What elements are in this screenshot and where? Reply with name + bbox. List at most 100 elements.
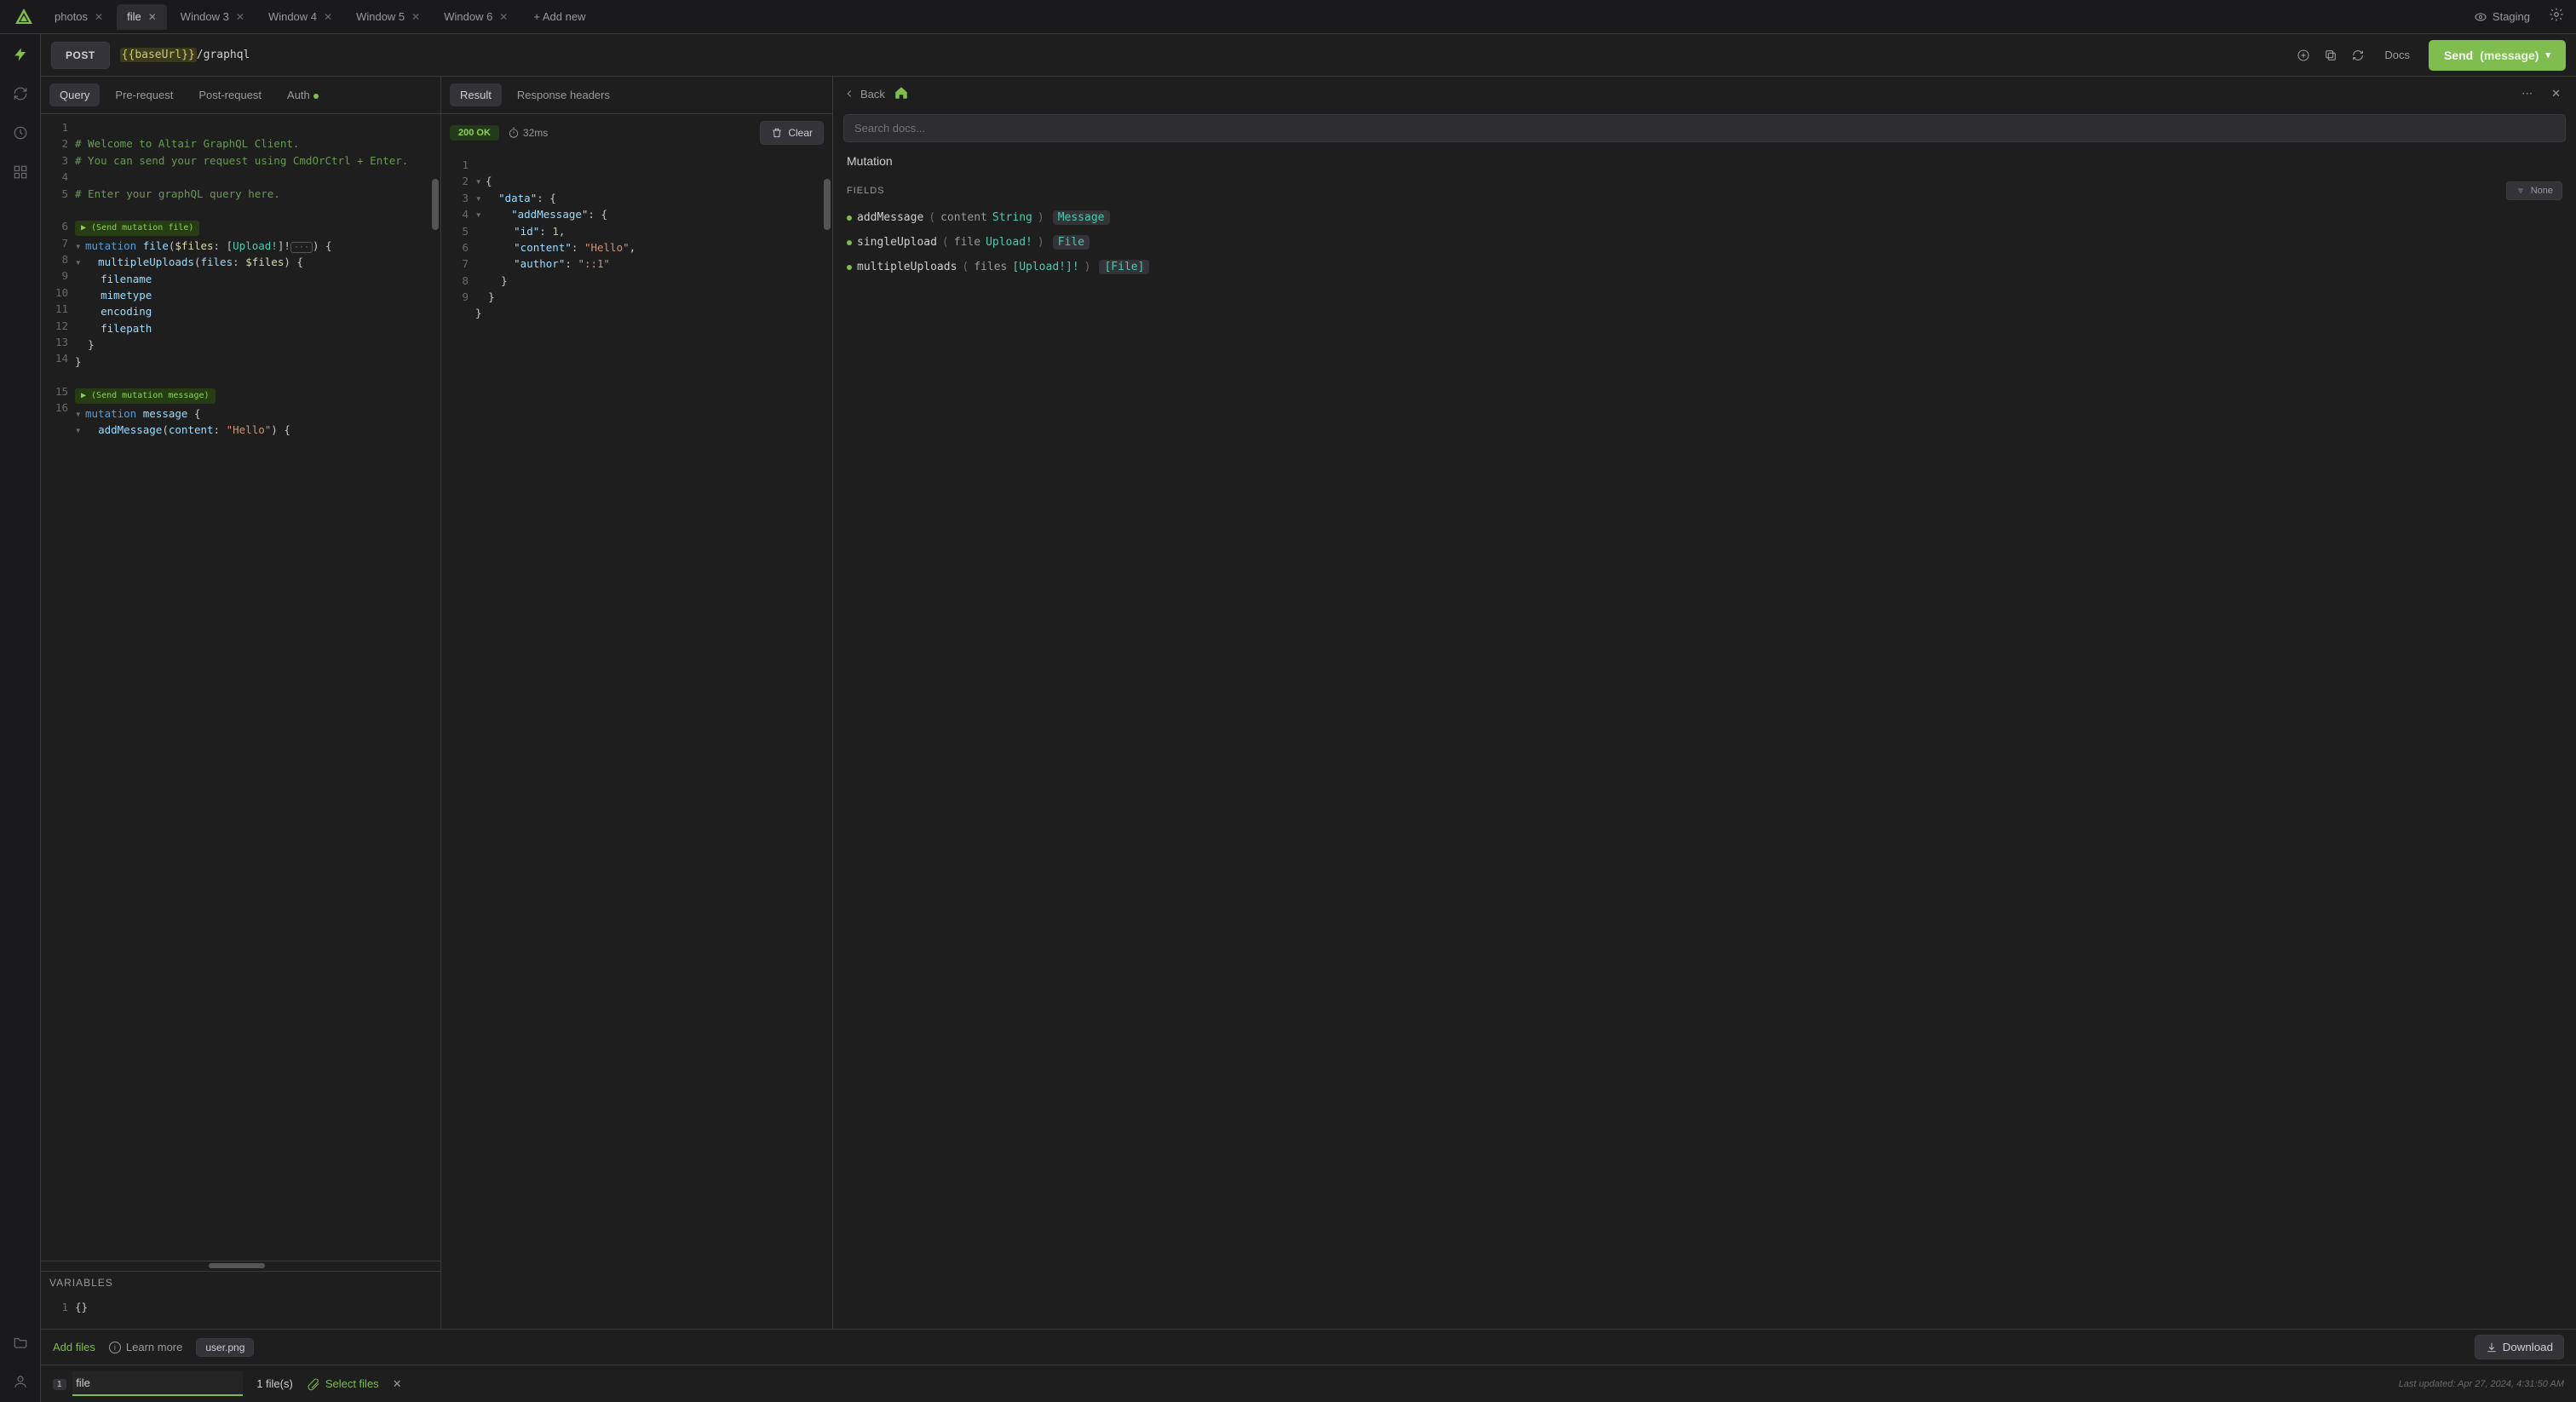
reload-icon[interactable] (7, 80, 34, 107)
tab-file[interactable]: file ✕ (117, 4, 167, 30)
sort-button[interactable]: None (2506, 181, 2562, 200)
learn-more-link[interactable]: i Learn more (109, 1341, 182, 1353)
code-body: # Welcome to Altair GraphQL Client. # Yo… (75, 114, 440, 1261)
variable-name-field: 1 (53, 1371, 243, 1396)
send-button[interactable]: Send (message) ▾ (2429, 40, 2566, 71)
settings-button[interactable] (2544, 2, 2569, 32)
index-badge: 1 (53, 1379, 66, 1390)
url-input[interactable]: {{baseUrl}}/graphql (120, 49, 2286, 61)
remove-variable-button[interactable]: ✕ (393, 1377, 402, 1391)
stopwatch-icon (508, 127, 520, 139)
field-addmessage[interactable]: addMessage ( content String ) Message (833, 205, 2576, 230)
field-singleupload[interactable]: singleUpload ( file Upload! ) File (833, 230, 2576, 255)
tab-window-6[interactable]: Window 6 ✕ (434, 4, 518, 30)
modified-dot-icon (313, 94, 319, 99)
close-icon[interactable]: ✕ (95, 11, 103, 23)
url-actions (2296, 48, 2366, 63)
query-subtabs: Query Pre-request Post-request Auth (41, 77, 440, 114)
query-editor[interactable]: 12345 67891011121314 1516 # Welcome to A… (41, 114, 440, 1261)
variables-header[interactable]: VARIABLES (41, 1271, 440, 1294)
app-logo (14, 7, 34, 27)
clear-button[interactable]: Clear (760, 121, 824, 145)
paperclip-icon (307, 1377, 320, 1391)
horizontal-scrollbar[interactable] (41, 1261, 440, 1271)
extensions-icon[interactable] (7, 158, 34, 186)
result-status-bar: 200 OK 32ms Clear (441, 114, 832, 152)
run-operation-badge[interactable]: ▶ (Send mutation message) (75, 388, 216, 404)
http-method-button[interactable]: POST (51, 42, 110, 69)
url-path: /graphql (197, 49, 250, 61)
account-icon[interactable] (7, 1368, 34, 1395)
close-icon[interactable]: ✕ (499, 11, 508, 23)
sort-icon (2516, 186, 2526, 196)
line-gutter: 123456789 (441, 152, 475, 1329)
collections-icon[interactable] (7, 1329, 34, 1356)
run-operation-badge[interactable]: ▶ (Send mutation file) (75, 221, 199, 236)
result-viewer[interactable]: 123456789 ▾{ ▾ "data": { ▾ "addMessage":… (441, 152, 832, 1329)
vertical-scrollbar[interactable] (824, 179, 831, 230)
status-badge: 200 OK (450, 125, 499, 141)
tab-label: Window 3 (181, 10, 229, 23)
code-body: ▾{ ▾ "data": { ▾ "addMessage": { "id": 1… (475, 152, 832, 1329)
docs-header: Back ⋯ ✕ (833, 77, 2576, 111)
bullet-icon (847, 215, 852, 221)
url-bar: POST {{baseUrl}}/graphql Docs Send (mess… (41, 34, 2576, 77)
vertical-scrollbar[interactable] (432, 179, 439, 230)
environment-selector[interactable]: Staging (2474, 10, 2530, 24)
tab-query[interactable]: Query (49, 83, 100, 106)
tab-result[interactable]: Result (450, 83, 502, 106)
tab-pre-request[interactable]: Pre-request (105, 83, 183, 106)
add-tab-button[interactable]: + Add new (521, 10, 597, 23)
home-icon (894, 85, 909, 101)
download-button[interactable]: Download (2475, 1335, 2564, 1359)
close-icon[interactable]: ✕ (411, 11, 420, 23)
arrow-left-icon (843, 88, 855, 100)
trash-icon (771, 127, 783, 139)
close-docs-button[interactable]: ✕ (2546, 83, 2566, 104)
uploaded-file-chip[interactable]: user.png (196, 1338, 254, 1357)
activity-bar (0, 34, 41, 1402)
variables-editor[interactable]: 1 {} (41, 1294, 440, 1329)
tab-post-request[interactable]: Post-request (188, 83, 272, 106)
add-icon[interactable] (2296, 48, 2311, 63)
subscription-icon[interactable] (7, 41, 34, 68)
docs-link[interactable]: Docs (2376, 49, 2418, 61)
field-multipleuploads[interactable]: multipleUploads ( files [Upload!]! ) [Fi… (833, 255, 2576, 279)
variable-name-input[interactable] (72, 1371, 243, 1396)
refresh-icon[interactable] (2350, 48, 2366, 63)
type-breadcrumb[interactable]: Mutation (833, 149, 2576, 173)
response-time: 32ms (508, 127, 548, 139)
tab-label: Window 6 (444, 10, 492, 23)
files-strip: Add files i Learn more user.png Download (41, 1329, 2576, 1365)
tab-window-4[interactable]: Window 4 ✕ (258, 4, 342, 30)
file-variable-row: 1 1 file(s) Select files ✕ Last updated:… (41, 1365, 2576, 1402)
tab-window-5[interactable]: Window 5 ✕ (346, 4, 430, 30)
close-icon[interactable]: ✕ (324, 11, 332, 23)
home-button[interactable] (894, 85, 909, 103)
download-icon (2486, 1342, 2498, 1353)
info-icon: i (109, 1342, 121, 1353)
close-icon[interactable]: ✕ (148, 11, 157, 23)
window-tabstrip: photos ✕ file ✕ Window 3 ✕ Window 4 ✕ Wi… (0, 0, 2576, 34)
tab-response-headers[interactable]: Response headers (507, 83, 620, 106)
close-icon[interactable]: ✕ (236, 11, 244, 23)
file-count[interactable]: 1 file(s) (256, 1377, 293, 1390)
more-menu-button[interactable]: ⋯ (2516, 83, 2538, 104)
search-input[interactable] (844, 115, 2565, 141)
add-files-link[interactable]: Add files (53, 1341, 95, 1353)
tab-label: photos (55, 10, 88, 23)
url-template-token: {{baseUrl}} (120, 48, 197, 62)
tab-photos[interactable]: photos ✕ (44, 4, 113, 30)
result-subtabs: Result Response headers (441, 77, 832, 114)
tab-window-3[interactable]: Window 3 ✕ (170, 4, 255, 30)
send-operation: (message) (2480, 49, 2539, 62)
select-files-button[interactable]: Select files (307, 1377, 379, 1391)
chevron-down-icon: ▾ (2545, 49, 2550, 60)
history-icon[interactable] (7, 119, 34, 147)
send-label: Send (2444, 49, 2473, 62)
back-button[interactable]: Back (843, 88, 885, 101)
eye-icon (2474, 10, 2487, 24)
copy-icon[interactable] (2323, 48, 2338, 63)
tab-auth[interactable]: Auth (277, 83, 329, 106)
bullet-icon (847, 240, 852, 245)
